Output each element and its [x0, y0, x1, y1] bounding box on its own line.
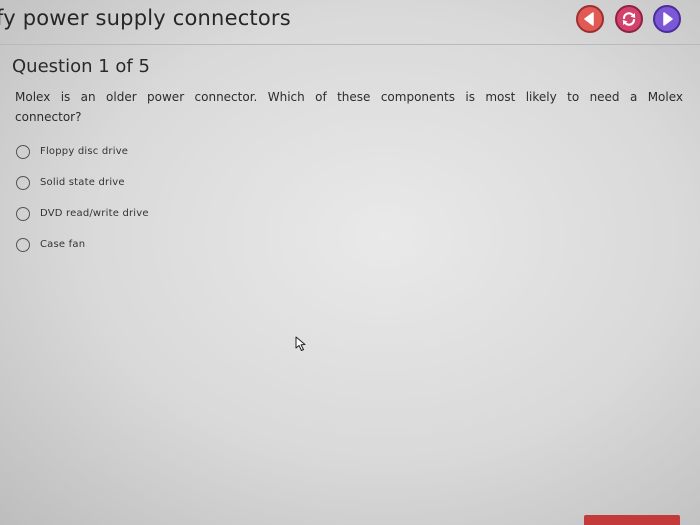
answer-options: Floppy disc drive Solid state drive DVD … — [16, 136, 316, 260]
reload-icon — [622, 12, 636, 26]
option-label: Floppy disc drive — [40, 146, 129, 157]
reload-button[interactable] — [615, 5, 643, 33]
option-dvd-read-write-drive[interactable]: DVD read/write drive — [16, 198, 316, 229]
question-counter: Question 1 of 5 — [12, 56, 150, 77]
radio-button[interactable] — [16, 144, 30, 159]
option-label: Case fan — [40, 239, 86, 250]
option-label: Solid state drive — [40, 177, 125, 188]
next-button[interactable] — [653, 5, 681, 33]
chevron-left-icon — [584, 12, 594, 26]
option-floppy-disc-drive[interactable]: Floppy disc drive — [16, 136, 316, 167]
mouse-cursor-icon — [295, 336, 306, 351]
header-bar: fy power supply connectors — [0, 0, 700, 45]
app-title: fy power supply connectors — [0, 6, 291, 30]
option-label: DVD read/write drive — [40, 208, 149, 219]
question-text: Molex is an older power connector. Which… — [15, 90, 683, 124]
chevron-right-icon — [663, 12, 673, 26]
radio-button[interactable] — [16, 237, 30, 252]
radio-button[interactable] — [16, 175, 30, 190]
option-case-fan[interactable]: Case fan — [16, 229, 316, 260]
previous-button[interactable] — [576, 5, 604, 33]
bottom-bar — [584, 515, 680, 525]
option-solid-state-drive[interactable]: Solid state drive — [16, 167, 316, 198]
radio-button[interactable] — [16, 206, 30, 221]
